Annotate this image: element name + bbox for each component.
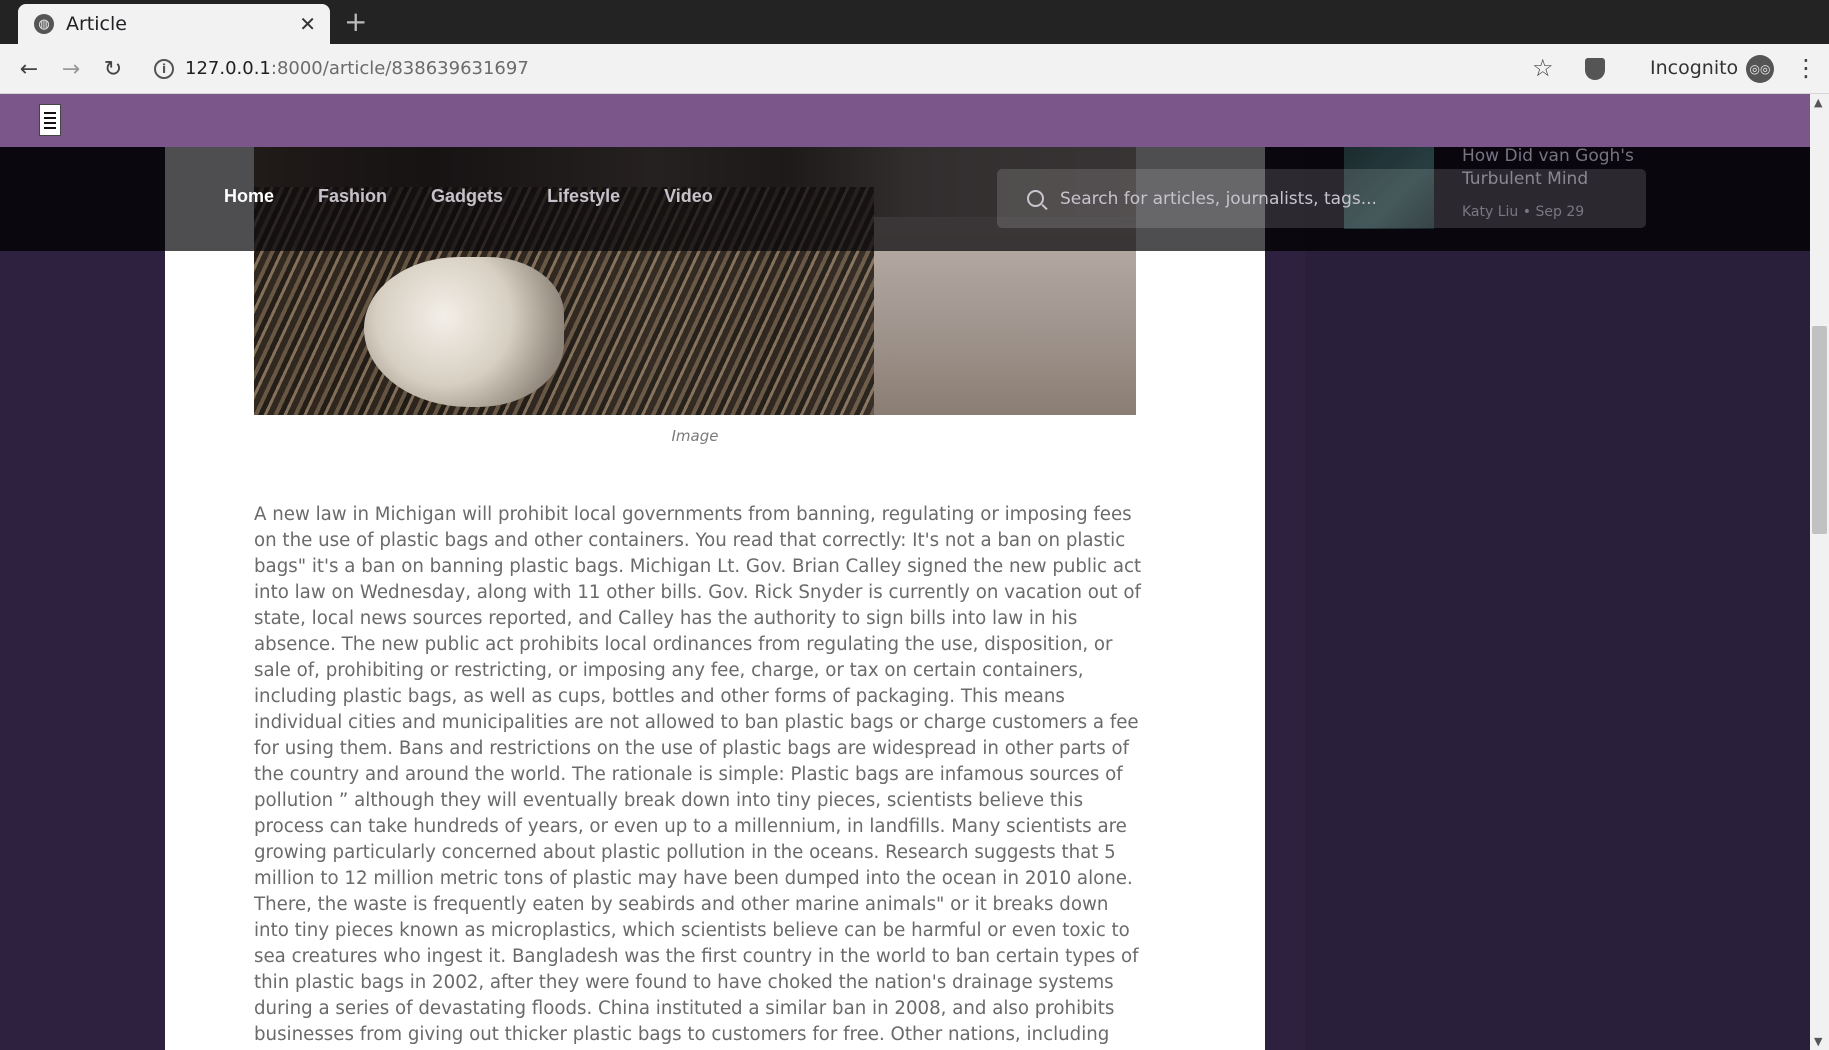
site-info-icon[interactable]: i [154,59,174,79]
page-viewport: Image A new law in Michigan will prohibi… [0,94,1810,1050]
nav-lifestyle[interactable]: Lifestyle [547,186,620,207]
main-navigation: Home Fashion Gadgets Lifestyle Video [224,186,757,207]
sidebar [1305,147,1810,1050]
hamburger-menu-icon[interactable] [39,104,61,136]
url-host: 127.0.0.1 [185,58,271,79]
nav-fashion[interactable]: Fashion [318,186,387,207]
article-body-text: A new law in Michigan will prohibit loca… [254,504,1142,1045]
tab-title: Article [66,13,127,35]
page-scrollbar[interactable]: ▲ ▼ [1810,94,1829,1050]
back-arrow-icon[interactable]: ← [14,54,44,84]
bookmark-star-icon[interactable]: ☆ [1532,54,1554,82]
browser-tab-bar: ◍ Article ✕ + [0,0,1829,44]
site-header-bar [0,94,1810,147]
nav-home[interactable]: Home [224,186,274,207]
search-input[interactable] [1060,188,1620,209]
search-box[interactable] [997,169,1646,228]
scroll-up-arrow-icon[interactable]: ▲ [1814,96,1822,109]
browser-toolbar: ← → ↻ i 127.0.0.1:8000/article/838639631… [0,44,1829,94]
globe-icon: ◍ [34,14,54,34]
incognito-label: Incognito [1650,57,1739,79]
close-tab-icon[interactable]: ✕ [299,12,316,36]
address-bar[interactable]: 127.0.0.1:8000/article/838639631697 [185,58,529,79]
browser-tab-article[interactable]: ◍ Article ✕ [18,4,330,44]
incognito-icon[interactable]: ◎◎ [1746,55,1774,83]
nav-overlay [0,147,165,251]
image-caption: Image [671,427,719,445]
scroll-down-arrow-icon[interactable]: ▼ [1814,1035,1822,1048]
scrollbar-thumb[interactable] [1812,326,1827,534]
url-path: :8000/article/838639631697 [270,58,529,79]
reload-icon[interactable]: ↻ [98,54,128,84]
extension-shield-icon[interactable] [1585,58,1605,80]
forward-arrow-icon[interactable]: → [56,54,86,84]
nav-video[interactable]: Video [664,186,713,207]
browser-menu-icon[interactable]: ⋮ [1794,54,1818,82]
nav-gadgets[interactable]: Gadgets [431,186,503,207]
new-tab-button[interactable]: + [344,6,367,38]
search-icon [1027,190,1044,207]
